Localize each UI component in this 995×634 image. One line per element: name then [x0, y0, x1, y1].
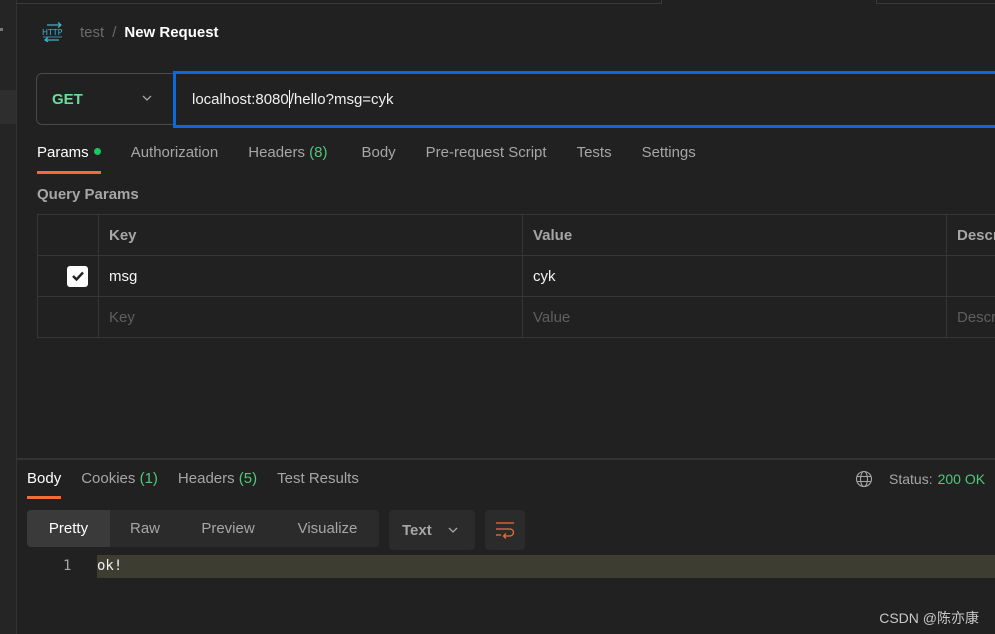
- http-icon: HTTP: [42, 22, 63, 42]
- sidebar-marker: [0, 28, 3, 31]
- table-header-row: Key Value Descr: [37, 214, 995, 256]
- tab-tests[interactable]: Tests: [577, 144, 612, 174]
- tab-badge: (5): [238, 470, 258, 487]
- view-pretty-button[interactable]: Pretty: [27, 510, 110, 547]
- tab-response-body[interactable]: Body: [27, 470, 62, 500]
- globe-icon[interactable]: [855, 470, 873, 488]
- wrap-lines-icon: [496, 522, 515, 539]
- header-description: Descr: [946, 214, 995, 256]
- tab-label: Settings: [641, 144, 696, 161]
- view-mode-segmented-control: Pretty Raw Preview Visualize: [27, 510, 379, 547]
- new-description-input[interactable]: Descr: [946, 296, 995, 338]
- tab-label: Authorization: [130, 144, 219, 161]
- tab-response-headers[interactable]: Headers (5): [178, 470, 257, 500]
- chevron-down-icon: [142, 95, 152, 101]
- tab-authorization[interactable]: Authorization: [131, 144, 219, 174]
- param-enabled-checkbox[interactable]: [67, 265, 88, 287]
- format-label: Text: [402, 521, 432, 539]
- pane-resize-handle[interactable]: [17, 458, 995, 460]
- tab-label: Headers: [248, 144, 305, 161]
- query-params-table: Key Value Descr msg cyk Key Value Descr: [37, 214, 995, 338]
- param-description-input[interactable]: [946, 255, 995, 297]
- param-value-input[interactable]: cyk: [522, 255, 947, 297]
- tab-label: Pre-request Script: [425, 144, 547, 161]
- tab-params[interactable]: Params: [37, 144, 101, 174]
- tab-body[interactable]: Body: [361, 144, 395, 174]
- wrap-lines-button[interactable]: [485, 510, 525, 550]
- header-value: Value: [522, 214, 947, 256]
- tab-edge-left[interactable]: [17, 0, 662, 4]
- tab-label: Body: [361, 144, 396, 161]
- tab-badge: (8): [309, 144, 328, 161]
- header-checkbox-cell: [37, 214, 99, 256]
- query-params-label: Query Params: [37, 186, 139, 203]
- sidebar-selected-item[interactable]: [0, 90, 16, 124]
- url-input[interactable]: localhost:8080/hello?msg=cyk: [173, 71, 995, 128]
- method-label: GET: [52, 90, 83, 108]
- view-raw-button[interactable]: Raw: [110, 510, 180, 547]
- param-key-input[interactable]: msg: [98, 255, 523, 297]
- header-key: Key: [98, 214, 523, 256]
- breadcrumb: HTTP test / New Request: [42, 22, 219, 42]
- svg-text:HTTP: HTTP: [42, 28, 63, 37]
- response-status: Status: 200 OK: [855, 470, 985, 488]
- status-code: 200 OK: [937, 471, 986, 487]
- left-sidebar: [0, 0, 17, 634]
- tab-label: Body: [27, 470, 62, 487]
- tab-label: Cookies: [81, 470, 136, 487]
- tab-test-results[interactable]: Test Results: [277, 470, 359, 500]
- row-checkbox-cell: [37, 255, 99, 297]
- response-body-text[interactable]: ok!: [97, 555, 995, 578]
- tab-edge-right[interactable]: [876, 0, 995, 4]
- params-active-indicator: [93, 148, 101, 156]
- table-row-new: Key Value Descr: [37, 296, 995, 338]
- view-preview-button[interactable]: Preview: [180, 510, 276, 547]
- status-label: Status:: [889, 471, 933, 487]
- row-checkbox-cell: [37, 296, 99, 338]
- tab-cookies[interactable]: Cookies (1): [81, 470, 158, 500]
- view-visualize-button[interactable]: Visualize: [276, 510, 379, 547]
- watermark: CSDN @陈亦康: [879, 610, 979, 626]
- line-number: 1: [63, 558, 72, 574]
- chevron-down-icon: [448, 527, 458, 533]
- tab-pre-request-script[interactable]: Pre-request Script: [426, 144, 547, 174]
- tab-headers[interactable]: Headers (8): [248, 144, 327, 174]
- new-key-input[interactable]: Key: [98, 296, 523, 338]
- request-name[interactable]: New Request: [124, 24, 218, 41]
- checkmark-icon: [71, 271, 84, 282]
- response-body-line: 1 ok!: [17, 555, 995, 578]
- method-select[interactable]: GET: [36, 73, 176, 125]
- tab-label: Test Results: [277, 470, 359, 487]
- table-row: msg cyk: [37, 255, 995, 297]
- url-text-after-caret: /hello?msg=cyk: [289, 91, 394, 108]
- new-value-input[interactable]: Value: [522, 296, 947, 338]
- tab-settings[interactable]: Settings: [642, 144, 696, 174]
- tab-label: Tests: [576, 144, 612, 161]
- response-tabs: Body Cookies (1) Headers (5) Test Result…: [27, 470, 379, 500]
- format-select[interactable]: Text: [389, 510, 475, 550]
- request-tabs: Params Authorization Headers (8) Body Pr…: [37, 144, 726, 174]
- tab-badge: (1): [139, 470, 158, 487]
- tab-label: Headers: [177, 470, 235, 487]
- top-tab-strip: [17, 0, 995, 4]
- breadcrumb-separator: /: [112, 23, 117, 41]
- url-text-before-caret: localhost:8080: [192, 91, 289, 108]
- tab-label: Params: [37, 144, 89, 161]
- breadcrumb-collection[interactable]: test: [80, 24, 104, 41]
